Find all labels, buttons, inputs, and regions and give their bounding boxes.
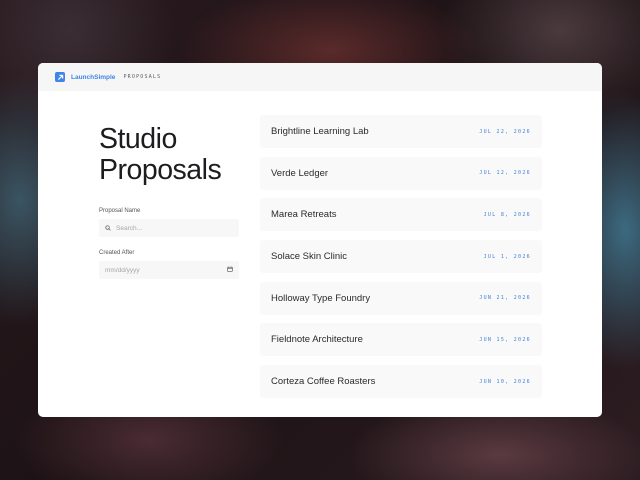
proposal-date: JUL 12, 2026	[479, 170, 531, 177]
proposal-name-search-input[interactable]: Search...	[99, 219, 239, 237]
filter-panel: Studio Proposals Proposal Name Search...…	[99, 124, 249, 279]
proposal-name: Marea Retreats	[271, 209, 337, 221]
calendar-icon[interactable]	[227, 266, 233, 274]
proposal-date: JUL 1, 2026	[483, 253, 531, 260]
proposal-name: Verde Ledger	[271, 167, 329, 179]
search-placeholder: Search...	[116, 224, 143, 232]
proposal-name: Brightline Learning Lab	[271, 126, 369, 137]
page-title-line2: Proposals	[99, 154, 222, 186]
proposal-date: JUN 10, 2026	[479, 378, 531, 385]
search-icon	[105, 225, 111, 231]
page-title-line1: Studio	[99, 123, 177, 155]
proposal-date: JUL 22, 2026	[479, 128, 531, 135]
proposal-date: JUN 21, 2026	[479, 295, 531, 302]
proposal-name: Holloway Type Foundry	[271, 292, 371, 304]
proposal-list: Brightline Learning Lab JUL 22, 2026 Ver…	[260, 115, 542, 407]
proposal-name-label: Proposal Name	[99, 208, 141, 214]
proposal-row[interactable]: Brightline Learning Lab JUL 22, 2026	[260, 115, 542, 148]
proposal-row[interactable]: Verde Ledger JUL 12, 2026	[260, 156, 542, 190]
page-title: Studio Proposals	[99, 124, 249, 186]
proposal-date: JUL 8, 2026	[483, 211, 531, 218]
created-after-date-input[interactable]: mm/dd/yyyy	[99, 261, 239, 279]
brand-name[interactable]: LaunchSimple	[71, 74, 115, 81]
proposal-row[interactable]: Corteza Coffee Roasters JUN 10, 2026	[260, 365, 542, 399]
arrow-up-right-icon[interactable]	[55, 72, 65, 82]
proposal-row[interactable]: Marea Retreats JUL 8, 2026	[260, 198, 542, 232]
section-label: PROPOSALS	[123, 74, 162, 80]
proposal-row[interactable]: Holloway Type Foundry JUN 21, 2026	[260, 281, 542, 315]
proposal-date: JUN 15, 2026	[479, 336, 531, 343]
date-placeholder: mm/dd/yyyy	[105, 266, 140, 274]
created-after-label: Created After	[99, 250, 135, 256]
proposal-name: Fieldnote Architecture	[271, 334, 363, 346]
app-window: LaunchSimple PROPOSALS Studio Proposals …	[38, 63, 602, 417]
proposal-row[interactable]: Fieldnote Architecture JUN 15, 2026	[260, 323, 542, 357]
top-bar: LaunchSimple PROPOSALS	[38, 63, 602, 91]
proposal-name: Solace Skin Clinic	[271, 251, 348, 263]
proposal-name: Corteza Coffee Roasters	[271, 376, 376, 388]
proposal-row[interactable]: Solace Skin Clinic JUL 1, 2026	[260, 240, 542, 274]
